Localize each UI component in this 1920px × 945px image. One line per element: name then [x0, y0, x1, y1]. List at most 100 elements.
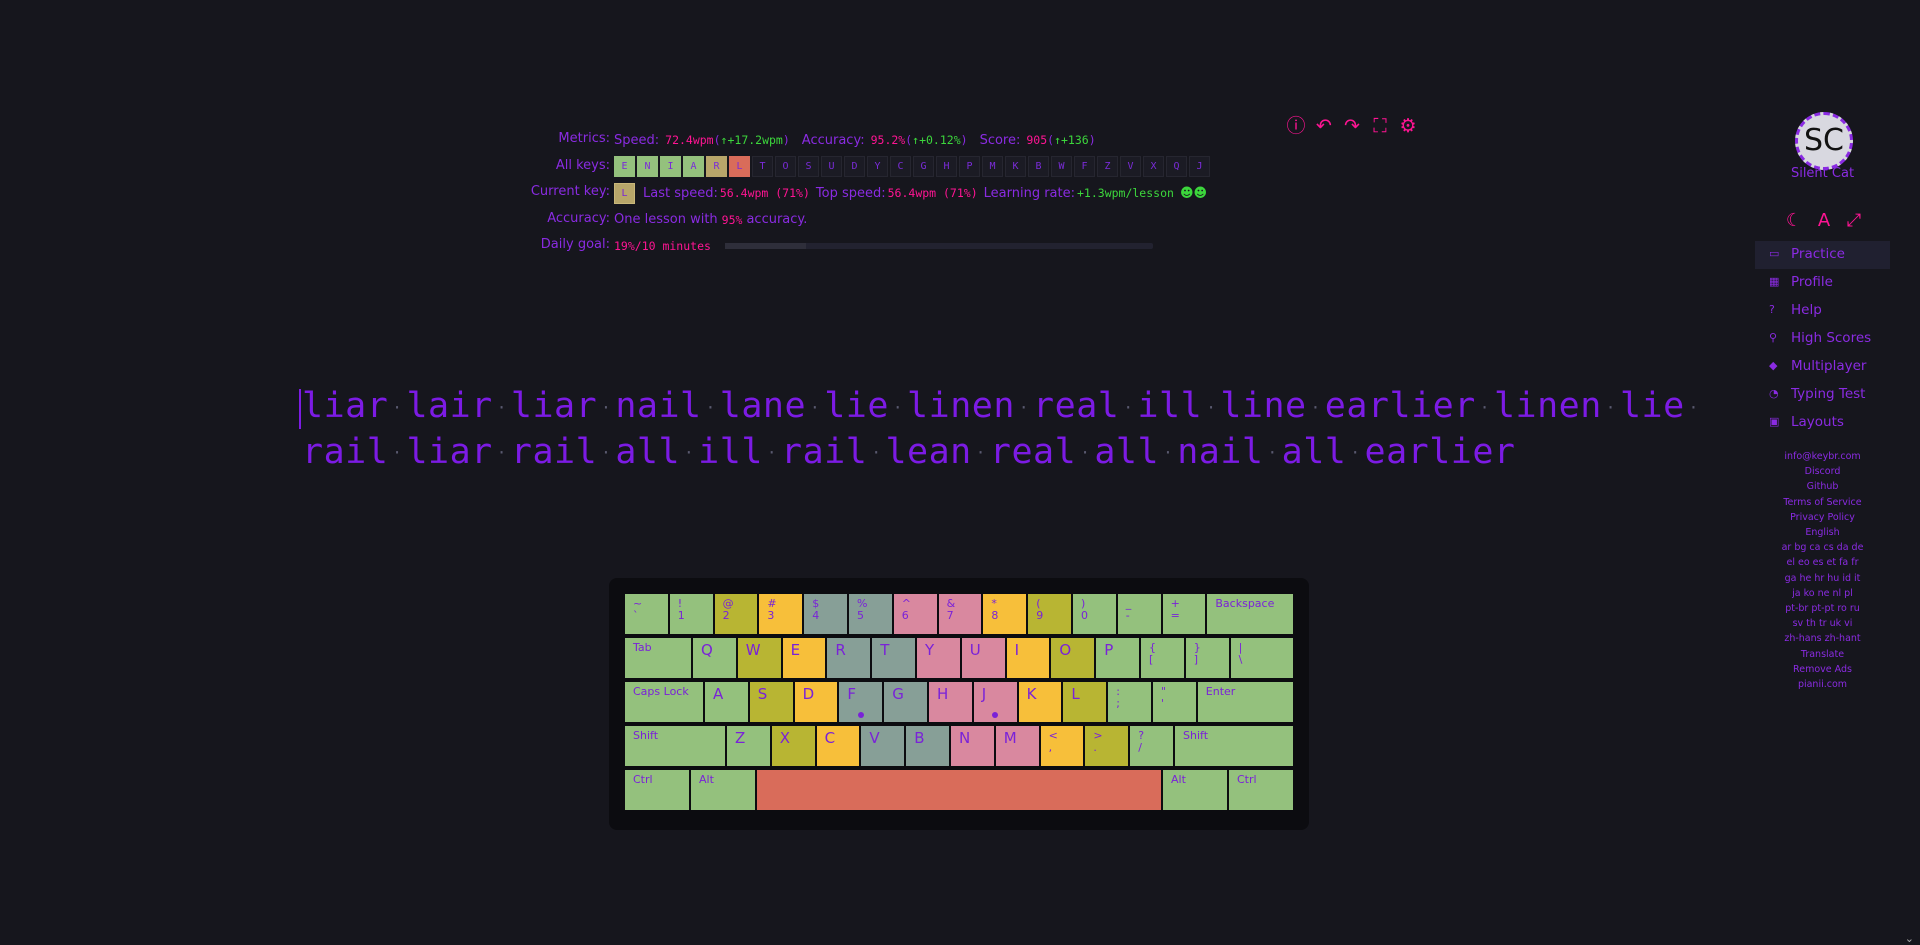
key-alt-right[interactable]: Alt: [1162, 769, 1228, 811]
footer-link[interactable]: pt-br pt-pt ro ru: [1755, 601, 1890, 616]
lesson-text[interactable]: liar · lair · liar · nail · lane · lie · linen · real ·…: [299, 384, 1698, 475]
key[interactable]: {[: [1140, 637, 1185, 679]
sidebar-item-help[interactable]: ? Help: [1755, 297, 1890, 325]
key[interactable]: L: [1062, 681, 1108, 723]
key[interactable]: T: [871, 637, 916, 679]
key[interactable]: Y: [916, 637, 961, 679]
sidebar-item-high-scores[interactable]: ⚲ High Scores: [1755, 325, 1890, 353]
footer-link[interactable]: ga he hr hu id it: [1755, 571, 1890, 586]
key[interactable]: >.: [1084, 725, 1130, 767]
key[interactable]: V: [860, 725, 906, 767]
key-tab[interactable]: Tab: [624, 637, 692, 679]
sidebar-item-profile[interactable]: ▦ Profile: [1755, 269, 1890, 297]
key[interactable]: ? /: [1129, 725, 1174, 767]
key[interactable]: (9: [1027, 593, 1072, 635]
footer-link[interactable]: zh-hans zh-hant: [1755, 631, 1890, 646]
key[interactable]: * 8: [982, 593, 1028, 635]
key-backspace[interactable]: Backspace: [1206, 593, 1294, 635]
fullscreen-icon[interactable]: ⛶: [1369, 115, 1391, 137]
key-enter[interactable]: Enter: [1196, 681, 1294, 723]
key[interactable]: U: [960, 637, 1006, 679]
key-chip: K: [1005, 156, 1026, 177]
help-icon[interactable]: ⓘ: [1285, 115, 1307, 137]
key[interactable]: ! 1: [668, 593, 714, 635]
key[interactable]: " ': [1152, 681, 1197, 723]
footer-link[interactable]: Terms of Service: [1755, 495, 1890, 510]
key[interactable]: $4: [803, 593, 848, 635]
key[interactable]: ^ 6: [892, 593, 938, 635]
theme-toggle-icon[interactable]: ☾: [1783, 210, 1805, 231]
key[interactable]: H: [928, 681, 973, 723]
footer-link[interactable]: pianii.com: [1755, 677, 1890, 692]
key[interactable]: G: [883, 681, 928, 723]
key[interactable]: ~ `: [624, 593, 669, 635]
sidebar-item-practice[interactable]: ▭ Practice: [1755, 241, 1890, 269]
key[interactable]: S: [748, 681, 794, 723]
footer-link[interactable]: ar bg ca cs da de: [1755, 540, 1890, 555]
lesson-word: rail: [781, 431, 868, 472]
key[interactable]: K: [1017, 681, 1063, 723]
footer-link[interactable]: Github: [1755, 479, 1890, 494]
sidebar-item-multiplayer[interactable]: ◆ Multiplayer: [1755, 353, 1890, 381]
footer-link[interactable]: Remove Ads: [1755, 662, 1890, 677]
key-alt-left[interactable]: Alt: [690, 769, 756, 811]
key[interactable]: E: [781, 637, 827, 679]
key-chip: M: [982, 156, 1003, 177]
key[interactable]: D: [793, 681, 839, 723]
key[interactable]: O: [1050, 637, 1096, 679]
key[interactable]: P: [1095, 637, 1140, 679]
undo-icon[interactable]: ↶: [1313, 115, 1335, 137]
expand-icon[interactable]: ⤢: [1843, 210, 1865, 231]
footer-link[interactable]: Privacy Policy: [1755, 510, 1890, 525]
settings-gear-icon[interactable]: ⚙: [1397, 115, 1419, 137]
footer-link[interactable]: Discord: [1755, 464, 1890, 479]
redo-icon[interactable]: ↷: [1341, 115, 1363, 137]
key[interactable]: @2: [713, 593, 759, 635]
username[interactable]: Silent Cat: [1755, 166, 1890, 181]
scroll-down-icon[interactable]: ⌄: [1905, 932, 1914, 945]
key[interactable]: #3: [758, 593, 804, 635]
key[interactable]: }]: [1184, 637, 1230, 679]
key[interactable]: R: [826, 637, 872, 679]
key[interactable]: N: [950, 725, 995, 767]
key[interactable]: % 5: [848, 593, 893, 635]
space-dot: ·: [810, 397, 821, 417]
sidebar-item-layouts[interactable]: ▣ Layouts: [1755, 409, 1890, 437]
font-size-icon[interactable]: A: [1813, 210, 1835, 231]
key[interactable]: Q: [692, 637, 737, 679]
key[interactable]: ) 0: [1072, 593, 1117, 635]
key[interactable]: M: [994, 725, 1040, 767]
key-caps-lock[interactable]: Caps Lock: [624, 681, 704, 723]
space-dot: ·: [601, 397, 612, 417]
footer-link[interactable]: English: [1755, 525, 1890, 540]
key[interactable]: :;: [1107, 681, 1152, 723]
footer-link[interactable]: Translate: [1755, 647, 1890, 662]
key-ctrl-left[interactable]: Ctrl: [624, 769, 690, 811]
key[interactable]: W: [736, 637, 782, 679]
key[interactable]: Z: [726, 725, 771, 767]
key[interactable]: J: [972, 681, 1018, 723]
footer-link[interactable]: info@keybr.com: [1755, 449, 1890, 464]
key-space[interactable]: [756, 769, 1162, 811]
key[interactable]: + =: [1161, 593, 1207, 635]
footer-link[interactable]: ja ko ne nl pl: [1755, 586, 1890, 601]
key[interactable]: _ -: [1116, 593, 1162, 635]
key[interactable]: I: [1005, 637, 1051, 679]
key-shift-left[interactable]: Shift: [624, 725, 726, 767]
footer-link[interactable]: el eo es et fa fr: [1755, 555, 1890, 570]
key-chip: T: [752, 156, 773, 177]
key-shift-right[interactable]: Shift: [1174, 725, 1294, 767]
key[interactable]: C: [815, 725, 861, 767]
footer-link[interactable]: sv th tr uk vi: [1755, 616, 1890, 631]
key[interactable]: F: [838, 681, 884, 723]
key-ctrl-right[interactable]: Ctrl: [1228, 769, 1294, 811]
key[interactable]: | \: [1229, 637, 1294, 679]
key[interactable]: & 7: [937, 593, 983, 635]
avatar[interactable]: SC: [1795, 112, 1853, 170]
key[interactable]: A: [704, 681, 749, 723]
key[interactable]: X: [770, 725, 816, 767]
key-label: N: [959, 729, 971, 747]
key[interactable]: B: [905, 725, 950, 767]
key[interactable]: <,: [1039, 725, 1085, 767]
sidebar-item-typing-test[interactable]: ◔ Typing Test: [1755, 381, 1890, 409]
